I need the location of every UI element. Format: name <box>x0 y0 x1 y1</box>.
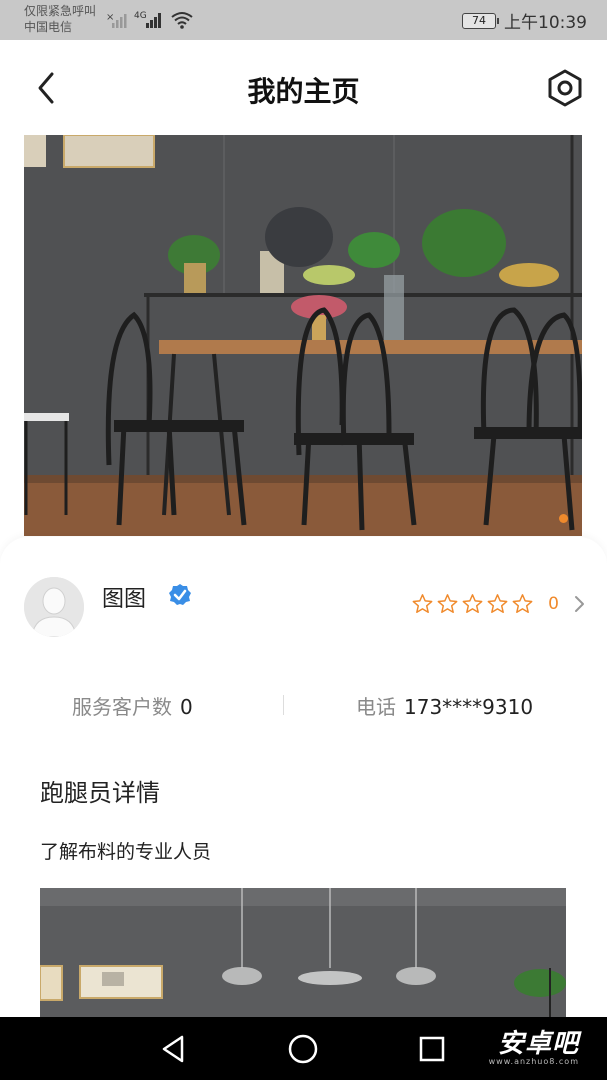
battery-icon: 74 <box>462 12 499 29</box>
nav-back-button[interactable] <box>158 1033 190 1065</box>
rating-value: 0 <box>548 594 559 614</box>
customers-stat: 服务客户数 0 <box>72 691 193 720</box>
carousel-indicator-dot <box>559 514 568 523</box>
square-recents-icon <box>419 1036 445 1062</box>
status-right: 74 上午10:39 <box>462 8 587 33</box>
star-outline-icon <box>487 594 508 613</box>
circle-home-icon <box>288 1034 318 1064</box>
wifi-icon <box>171 12 193 29</box>
customers-label: 服务客户数 <box>72 695 172 719</box>
pendant-lights-photo <box>40 888 566 1018</box>
carrier-info: 仅限紧急呼叫 中国电信 <box>24 3 96 35</box>
phone-value: 173****9310 <box>404 695 534 719</box>
dining-room-photo <box>24 135 582 536</box>
star-outline-icon <box>412 594 433 613</box>
avatar[interactable] <box>24 577 84 637</box>
page-title: 我的主页 <box>247 75 360 108</box>
emergency-only-text: 仅限紧急呼叫 <box>24 4 97 18</box>
star-outline-icon <box>437 594 458 613</box>
details-description: 了解布料的专业人员 <box>40 841 212 863</box>
rating-row[interactable]: 0 <box>411 593 585 615</box>
banner-carousel[interactable] <box>24 135 582 536</box>
settings-button[interactable] <box>545 68 585 108</box>
detail-photo[interactable] <box>40 888 566 1018</box>
signal-empty-icon: × <box>106 12 127 28</box>
profile-card: 图图 0 服务客户数 0 电话 173****9310 跑腿员详情 了解布料的专… <box>0 537 607 1018</box>
system-nav-bar: 安卓吧 www.anzhuo8.com <box>0 1017 607 1080</box>
nav-recents-button[interactable] <box>416 1033 448 1065</box>
network-type-label: 4G <box>134 11 147 21</box>
clock: 上午10:39 <box>504 13 587 33</box>
details-title: 跑腿员详情 <box>40 779 160 807</box>
phone-label: 电话 <box>356 695 396 719</box>
phone-stat[interactable]: 电话 173****9310 <box>356 691 533 720</box>
svg-text:×: × <box>106 12 114 23</box>
triangle-back-icon <box>162 1035 184 1063</box>
stats-row: 服务客户数 0 电话 173****9310 <box>0 687 607 727</box>
status-bar: 仅限紧急呼叫 中国电信 × 4G 74 上午10:39 <box>0 0 607 40</box>
signal-4g-icon: 4G <box>134 11 161 28</box>
watermark-brand: 安卓吧 <box>497 1029 579 1059</box>
app-header: 我的主页 <box>0 40 607 135</box>
nav-home-button[interactable] <box>287 1033 319 1065</box>
stats-divider <box>283 695 284 715</box>
screen: 仅限紧急呼叫 中国电信 × 4G 74 上午10:39 我的主页 图图 0 服务… <box>0 0 607 1080</box>
verified-badge-icon <box>169 584 191 605</box>
profile-name: 图图 <box>102 587 147 612</box>
star-outline-icon <box>512 594 533 613</box>
chevron-right-icon <box>575 596 584 612</box>
watermark-domain: www.anzhuo8.com <box>488 1057 579 1066</box>
carrier-name: 中国电信 <box>24 20 73 34</box>
customers-value: 0 <box>180 695 193 719</box>
settings-icon <box>548 69 582 107</box>
default-avatar-icon <box>24 577 84 637</box>
star-outline-icon <box>462 594 483 613</box>
signal-indicators: × 4G <box>106 9 194 29</box>
